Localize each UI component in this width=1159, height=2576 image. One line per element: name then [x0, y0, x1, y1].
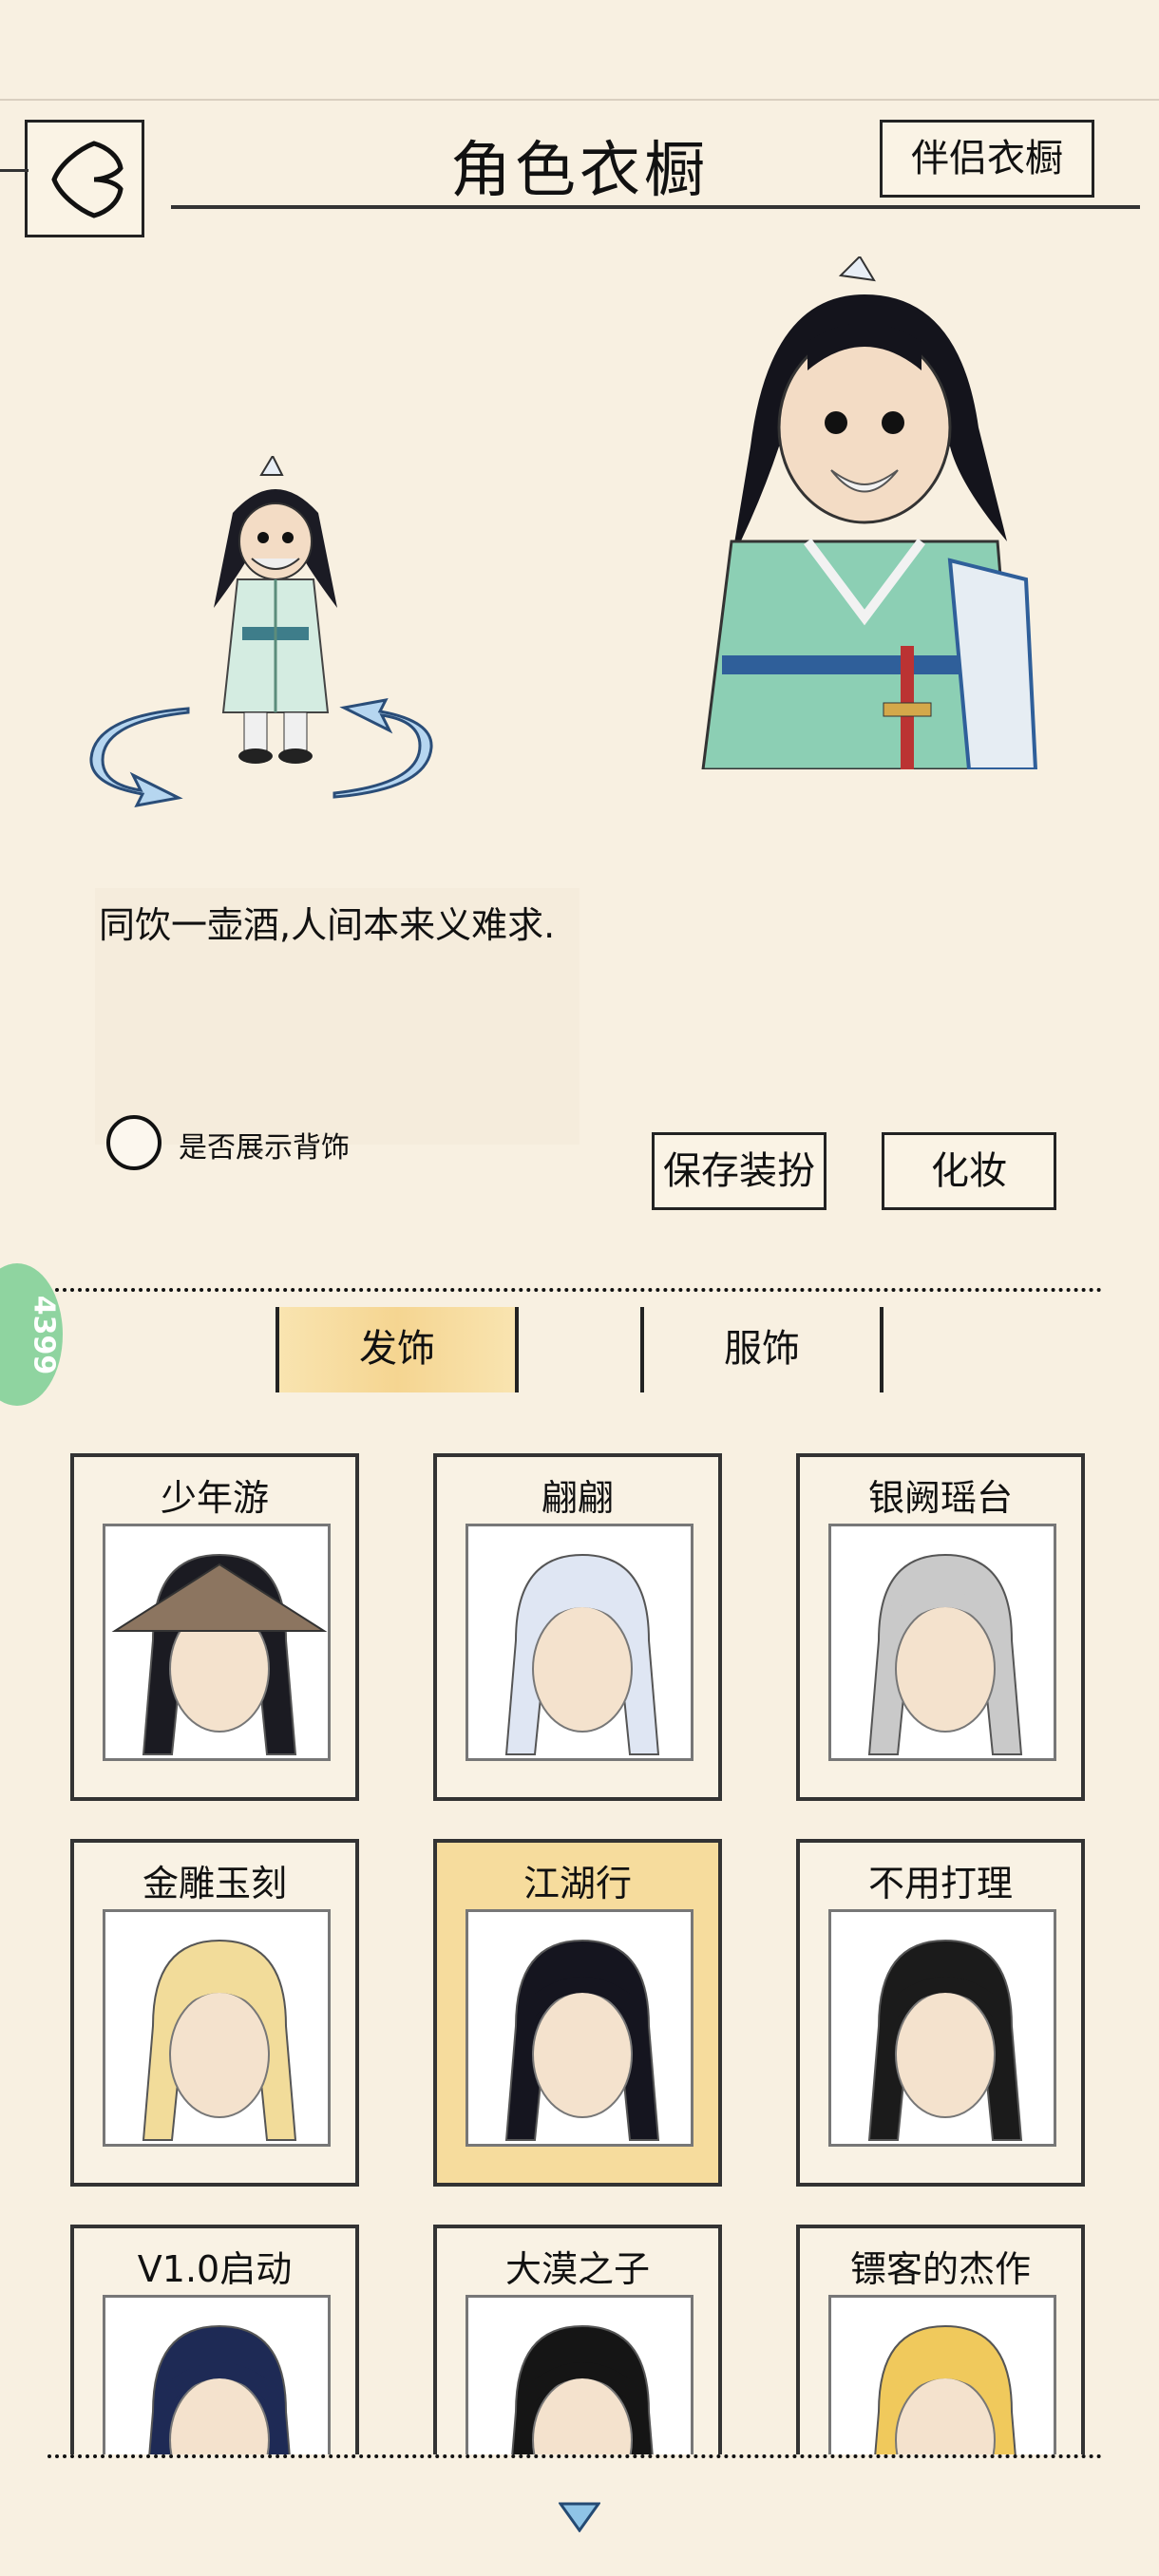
hair-item-thumbnail [828, 1909, 1056, 2147]
hair-item-card[interactable]: 江湖行 [433, 1839, 722, 2187]
hair-item-name: 大漠之子 [504, 2248, 650, 2290]
hair-item-name: 翩翩 [541, 1477, 614, 1519]
rotate-right-icon[interactable] [315, 697, 439, 806]
floating-4399-badge[interactable]: 4399 [0, 1263, 63, 1406]
hair-item-name: 银阙瑶台 [867, 1477, 1013, 1519]
hair-item-card[interactable]: 银阙瑶台 [796, 1453, 1085, 1801]
partner-wardrobe-button[interactable]: 伴侣衣橱 [880, 120, 1094, 198]
title-underline [171, 205, 1140, 209]
show-back-accessory-label: 是否展示背饰 [179, 1131, 350, 1165]
character-quote: 同饮一壶酒,人间本来义难求. [99, 904, 556, 946]
hair-item-thumbnail [828, 1524, 1056, 1761]
hair-item-card[interactable]: 金雕玉刻 [70, 1839, 359, 2187]
hair-item-card[interactable]: 不用打理 [796, 1839, 1085, 2187]
makeup-button[interactable]: 化妆 [882, 1132, 1056, 1210]
hair-item-name: 金雕玉刻 [142, 1863, 287, 1904]
hair-item-name: 江湖行 [522, 1863, 632, 1904]
section-divider-bottom [48, 2454, 1102, 2458]
header-divider [0, 99, 1159, 101]
save-outfit-button[interactable]: 保存装扮 [652, 1132, 826, 1210]
hair-item-card[interactable]: 少年游 [70, 1453, 359, 1801]
hair-item-card[interactable]: 镖客的杰作 [796, 2225, 1085, 2454]
tab-hair-accessories[interactable]: 发饰 [276, 1307, 519, 1392]
hair-item-name: 镖客的杰作 [849, 2248, 1031, 2290]
hair-item-card[interactable]: V1.0启动 [70, 2225, 359, 2454]
show-back-accessory-radio[interactable] [106, 1115, 162, 1170]
hair-item-thumbnail [466, 2295, 694, 2454]
hair-item-thumbnail [466, 1524, 694, 1761]
hair-item-thumbnail [103, 2295, 331, 2454]
hair-item-thumbnail [103, 1524, 331, 1761]
hair-item-thumbnail [828, 2295, 1056, 2454]
badge-label: 4399 [27, 1295, 61, 1375]
hair-item-name: V1.0启动 [137, 2248, 293, 2290]
scroll-down-icon[interactable] [558, 2502, 601, 2536]
hair-item-thumbnail [103, 1909, 331, 2147]
character-portrait [694, 255, 1045, 771]
hair-item-card[interactable]: 大漠之子 [433, 2225, 722, 2454]
section-divider-top [48, 1288, 1102, 1292]
rotate-left-icon[interactable] [84, 703, 207, 811]
hair-item-name: 少年游 [160, 1477, 269, 1519]
hair-item-thumbnail [466, 1909, 694, 2147]
hair-item-name: 不用打理 [867, 1863, 1013, 1904]
hair-item-card[interactable]: 翩翩 [433, 1453, 722, 1801]
tab-clothing[interactable]: 服饰 [640, 1307, 884, 1392]
